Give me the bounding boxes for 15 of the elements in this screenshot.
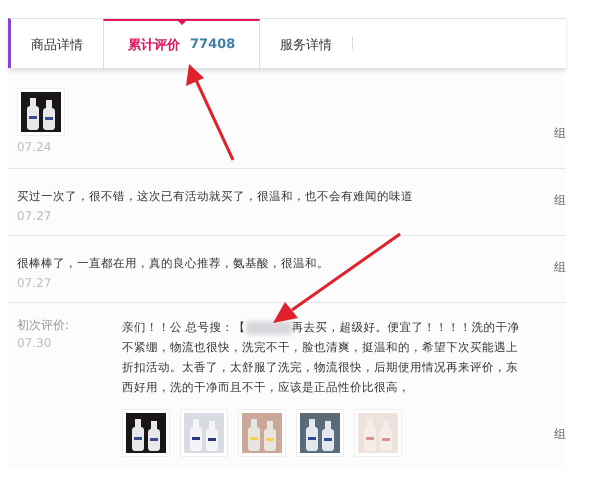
- tab[interactable]: 商品详情: [11, 19, 103, 68]
- tab[interactable]: 累计评价 77408: [103, 19, 260, 68]
- option-text: 组: [554, 259, 566, 276]
- review-text: 买过一次了，很不错，这次已有活动就买了，很温和，也不会有难闻的味道: [17, 188, 413, 205]
- review-date: 07.24: [17, 140, 52, 154]
- review-date: 07.30: [17, 336, 52, 350]
- review-date: 07.27: [17, 209, 52, 223]
- review-text: 很棒棒了，一直都在用，真的良心推荐，氨基酸，很温和。: [17, 255, 329, 272]
- review-text: 亲们！！公 总号搜：【 再去买，超级好。便宜了！！！！洗的干净不紧绷，物流也很快，洗完不干，脸也清爽，挺温和的，希望下次买能遇上折扣活动。太香了，太舒服了洗完，物流很快，后期使用情况再来评价，东西好用，洗的干净而且不干，应该是正品性价比很高，: [122, 319, 521, 396]
- option-text: 组: [554, 125, 566, 142]
- review-date: 07.27: [17, 276, 52, 290]
- option-text: 组: [554, 426, 566, 443]
- tab[interactable]: 服务详情: [260, 19, 352, 68]
- review-label: 初次评价:: [17, 317, 70, 334]
- option-text: 组: [554, 192, 566, 209]
